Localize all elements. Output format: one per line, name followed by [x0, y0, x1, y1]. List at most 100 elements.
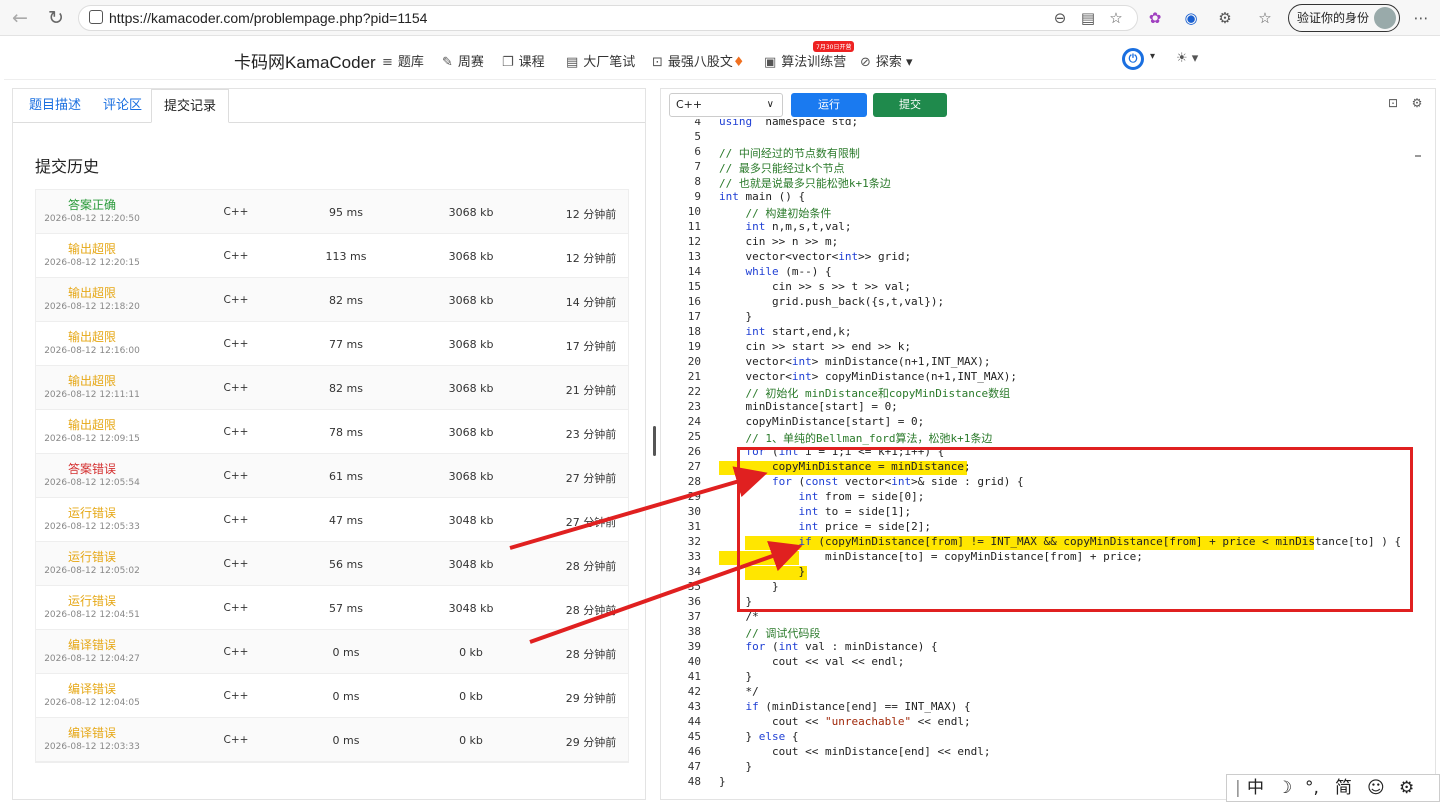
submission-status[interactable]: 输出超限 — [36, 328, 148, 345]
submission-language: C++ — [223, 470, 249, 482]
submit-button[interactable]: 提交 — [873, 93, 947, 117]
submission-ago: 21 分钟前 — [565, 384, 617, 397]
line-number: 7 — [694, 160, 701, 173]
ime-settings-icon[interactable]: ⚙ — [1399, 775, 1414, 801]
nav-explore[interactable]: ⊘ 探索 ▾ — [860, 51, 913, 70]
back-arrow-icon[interactable]: ← — [8, 6, 32, 30]
submission-status[interactable]: 编译错误 — [36, 724, 148, 741]
submission-status[interactable]: 答案错误 — [36, 460, 148, 477]
code-token: main () { — [738, 190, 806, 203]
nav-courses[interactable]: ❐ 课程 — [502, 51, 545, 70]
submission-language: C++ — [223, 382, 249, 394]
browser-toolbar: ← ↻ https://kamacoder.com/problempage.ph… — [0, 0, 1440, 36]
submission-status[interactable]: 答案正确 — [36, 196, 148, 213]
nav-weekly[interactable]: ✎ 周赛 — [442, 51, 484, 70]
ime-punct[interactable]: °, — [1305, 775, 1319, 801]
submission-row[interactable]: 编译错误 2026-08-12 12:04:05 C++ 0 ms 0 kb 29 分钟前 — [36, 674, 628, 718]
submission-runtime: 0 ms — [332, 690, 360, 703]
submission-row[interactable]: 输出超限 2026-08-12 12:11:11 C++ 82 ms 3068 kb 21… — [36, 366, 628, 410]
submission-language: C++ — [223, 514, 249, 526]
line-number: 39 — [687, 640, 701, 653]
submission-memory: 3068 kb — [448, 470, 494, 483]
favorites-icon[interactable]: ☆ — [1254, 7, 1276, 29]
submission-language: C++ — [223, 294, 249, 306]
submission-row[interactable]: 输出超限 2026-08-12 12:18:20 C++ 82 ms 3068 kb 14… — [36, 278, 628, 322]
submission-row[interactable]: 运行错误 2026-08-12 12:05:33 C++ 47 ms 3048 kb 27… — [36, 498, 628, 542]
code-token: // 也就是说最多只能松弛k+1条边 — [719, 177, 891, 190]
nav-problems[interactable]: ≡ 题库 — [382, 51, 424, 70]
code-token: cin >> start >> end >> k; — [719, 340, 912, 353]
submission-status[interactable]: 运行错误 — [36, 548, 148, 565]
line-number: 25 — [687, 430, 701, 443]
nav-camp[interactable]: ▣ 算法训练营 — [764, 51, 846, 70]
more-menu-icon[interactable]: ⋯ — [1410, 7, 1432, 29]
avatar — [1374, 7, 1396, 29]
submission-row[interactable]: 编译错误 2026-08-12 12:03:33 C++ 0 ms 0 kb 29 分钟前 — [36, 718, 628, 762]
extension-blue-icon[interactable]: ◉ — [1180, 7, 1202, 29]
power-icon[interactable]: ⏻ — [1122, 48, 1144, 70]
submission-status[interactable]: 编译错误 — [36, 680, 148, 697]
theme-sun-icon[interactable]: ☀ ▾ — [1176, 51, 1198, 66]
code-line: int main () { — [719, 190, 805, 203]
reload-icon[interactable]: ↻ — [44, 6, 68, 30]
code-token: int — [719, 190, 739, 203]
profile-button[interactable]: 验证你的身份 — [1288, 4, 1400, 32]
code-token: > minDistance(n+1,INT_MAX); — [811, 355, 991, 368]
submission-language: C++ — [223, 690, 249, 702]
code-token: int — [745, 220, 766, 233]
submission-status[interactable]: 编译错误 — [36, 636, 148, 653]
profile-label: 验证你的身份 — [1297, 11, 1370, 25]
editor-scrollbar[interactable] — [1415, 155, 1421, 157]
submission-memory: 3068 kb — [448, 294, 494, 307]
submission-row[interactable]: 输出超限 2026-08-12 12:20:15 C++ 113 ms 3068 kb 1… — [36, 234, 628, 278]
run-button[interactable]: 运行 — [791, 93, 867, 117]
reader-icon[interactable]: ▤ — [1077, 7, 1099, 29]
favorite-star-icon[interactable]: ☆ — [1105, 7, 1127, 29]
submission-status[interactable]: 输出超限 — [36, 416, 148, 433]
site-brand[interactable]: 卡码网KamaCoder — [234, 48, 376, 73]
nav-interview[interactable]: ⊡ 最强八股文♦ — [652, 51, 745, 70]
submission-time: 2026-08-12 12:09:15 — [44, 434, 140, 444]
submission-row[interactable]: 输出超限 2026-08-12 12:16:00 C++ 77 ms 3068 kb 17… — [36, 322, 628, 366]
panel-resize-handle[interactable] — [653, 426, 656, 456]
ime-mode[interactable]: 中 — [1247, 775, 1264, 801]
nav-exams[interactable]: ▤ 大厂笔试 — [566, 51, 635, 70]
lock-icon — [89, 10, 103, 24]
ime-grip: | — [1235, 778, 1241, 798]
submission-row[interactable]: 答案正确 2026-08-12 12:20:50 C++ 95 ms 3068 kb 12… — [36, 190, 628, 234]
submission-row[interactable]: 编译错误 2026-08-12 12:04:27 C++ 0 ms 0 kb 28 分钟前 — [36, 630, 628, 674]
address-bar[interactable]: https://kamacoder.com/problempage.php?pi… — [78, 5, 1138, 31]
submission-status[interactable]: 输出超限 — [36, 284, 148, 301]
ime-simplified[interactable]: 简 — [1335, 775, 1352, 801]
submission-status[interactable]: 输出超限 — [36, 372, 148, 389]
submission-language: C++ — [223, 250, 249, 262]
zoom-icon[interactable]: ⊖ — [1049, 7, 1071, 29]
submission-row[interactable]: 输出超限 2026-08-12 12:09:15 C++ 78 ms 3068 kb 23… — [36, 410, 628, 454]
line-number: 20 — [687, 355, 701, 368]
code-token: "unreachable" — [824, 715, 912, 728]
language-select[interactable]: C++ ∨ — [669, 93, 783, 117]
settings-gear-icon[interactable]: ⚙ — [1409, 95, 1425, 111]
submission-row[interactable]: 运行错误 2026-08-12 12:04:51 C++ 57 ms 3048 kb 28… — [36, 586, 628, 630]
submission-status[interactable]: 输出超限 — [36, 240, 148, 257]
power-dropdown-icon[interactable]: ▾ — [1150, 51, 1155, 62]
line-number: 28 — [687, 475, 701, 488]
submission-row[interactable]: 运行错误 2026-08-12 12:05:02 C++ 56 ms 3048 kb 28… — [36, 542, 628, 586]
submission-row[interactable]: 答案错误 2026-08-12 12:05:54 C++ 61 ms 3068 kb 27… — [36, 454, 628, 498]
submission-time: 2026-08-12 12:20:50 — [44, 214, 140, 224]
extension-brain-icon[interactable]: ✿ — [1144, 7, 1166, 29]
code-view-icon[interactable]: ⊡ — [1385, 95, 1401, 111]
tab-comments[interactable]: 评论区 — [91, 89, 154, 123]
code-line: vector<vector<int>> grid; — [719, 250, 911, 263]
submission-memory: 0 kb — [459, 690, 483, 703]
moon-icon[interactable]: ☽ — [1277, 775, 1292, 801]
submission-status[interactable]: 运行错误 — [36, 592, 148, 609]
tab-description[interactable]: 题目描述 — [17, 89, 93, 123]
tab-submissions[interactable]: 提交记录 — [151, 89, 230, 123]
submission-status[interactable]: 运行错误 — [36, 504, 148, 521]
emoji-icon[interactable]: ☺ — [1367, 775, 1385, 801]
line-number: 14 — [687, 265, 701, 278]
extensions-icon[interactable]: ⚙ — [1214, 7, 1236, 29]
